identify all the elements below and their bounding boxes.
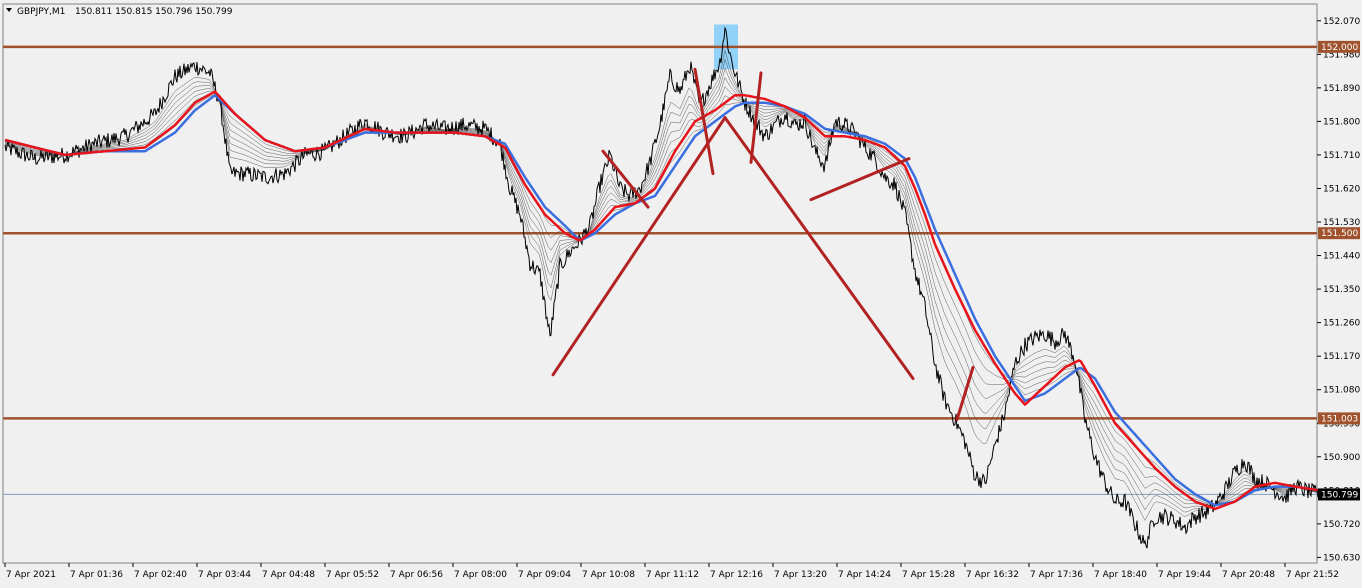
y-tick-label: 152.070 [1323,17,1360,27]
y-tick-label: 151.350 [1323,285,1360,295]
x-tick-label: 7 Apr 12:16 [710,570,763,580]
y-tick-label: 151.530 [1323,218,1360,228]
y-tick-label: 151.260 [1323,319,1360,329]
x-tick-label: 7 Apr 05:52 [326,570,379,580]
chart-root: 152.070 151.980 151.890 151.800 151.710 151.6… [0,0,1362,584]
price-chart[interactable]: 152.070151.980151.890151.800151.710151.6… [0,0,1362,584]
level-label: 151.500 [1321,229,1358,239]
plot-frame [2,3,1318,564]
x-tick-label: 7 Apr 21:52 [1286,570,1339,580]
ohlc-values: 150.811 150.815 150.796 150.799 [75,7,233,17]
x-tick-label: 7 Apr 20:48 [1222,570,1275,580]
y-tick-label: 151.800 [1323,117,1360,127]
x-tick-label: 7 Apr 18:40 [1094,570,1147,580]
x-tick-label: 7 Apr 2021 [6,570,56,580]
x-tick-label: 7 Apr 06:56 [390,570,443,580]
x-tick-label: 7 Apr 09:04 [518,570,571,580]
y-tick-label: 150.720 [1323,520,1360,530]
y-tick-label: 151.710 [1323,151,1360,161]
x-tick-label: 7 Apr 08:00 [454,570,507,580]
x-tick-label: 7 Apr 02:40 [134,570,187,580]
level-label: 152.000 [1321,43,1358,53]
x-tick-label: 7 Apr 19:44 [1158,570,1211,580]
x-tick-label: 7 Apr 14:24 [838,570,891,580]
x-tick-label: 7 Apr 03:44 [198,570,251,580]
x-tick-label: 7 Apr 13:20 [774,570,827,580]
y-tick-label: 151.620 [1323,184,1360,194]
x-tick-label: 7 Apr 17:36 [1030,570,1083,580]
x-tick-label: 7 Apr 15:28 [902,570,955,580]
x-tick-label: 7 Apr 11:12 [646,570,699,580]
x-tick-label: 7 Apr 01:36 [70,570,123,580]
y-tick-label: 150.630 [1323,553,1360,563]
x-tick-label: 7 Apr 16:32 [966,570,1019,580]
x-tick-label: 7 Apr 04:48 [262,570,315,580]
y-tick-label: 150.900 [1323,453,1360,463]
symbol-label: GBPJPY,M1 [17,7,65,17]
y-tick-label: 151.890 [1323,84,1360,94]
y-tick-label: 151.080 [1323,386,1360,396]
y-tick-label: 151.440 [1323,252,1360,262]
x-tick-label: 7 Apr 10:08 [582,570,635,580]
current-price-label: 150.799 [1321,490,1358,500]
level-label: 151.003 [1321,414,1358,424]
y-tick-label: 151.170 [1323,352,1360,362]
